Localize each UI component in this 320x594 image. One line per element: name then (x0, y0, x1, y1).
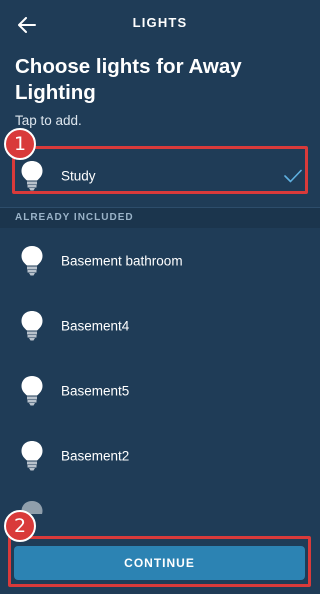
step-badge-2: 2 (4, 510, 36, 542)
light-label: Basement5 (61, 383, 130, 398)
page-title: Choose lights for Away Lighting (15, 55, 242, 104)
step-badge-1: 1 (4, 128, 36, 160)
lightbulb-icon (21, 440, 43, 470)
continue-button[interactable]: CONTINUE (14, 546, 305, 580)
lightbulb-icon (21, 310, 43, 340)
light-item-basement5[interactable]: Basement5 (0, 358, 320, 423)
lightbulb-icon (21, 245, 43, 275)
light-item-study[interactable]: Study (0, 145, 320, 208)
checkmark-icon (284, 169, 302, 183)
section-header-already-included: ALREADY INCLUDED (0, 208, 320, 228)
light-label: Basement bathroom (61, 253, 183, 268)
light-item-basement-bathroom[interactable]: Basement bathroom (0, 228, 320, 293)
lightbulb-icon (21, 161, 43, 191)
light-label: Study (61, 168, 96, 184)
header-bar: LIGHTS (0, 0, 320, 48)
lightbulb-icon (21, 375, 43, 405)
light-label: Basement2 (61, 448, 130, 463)
header-title: LIGHTS (132, 15, 188, 30)
light-label: Basement4 (61, 318, 130, 333)
bottom-action-bar: CONTINUE (0, 520, 320, 594)
light-item-basement2[interactable]: Basement2 (0, 423, 320, 488)
lights-screen: LIGHTS Choose lights for Away Lighting T… (0, 0, 320, 594)
light-item-basement4[interactable]: Basement4 (0, 293, 320, 358)
page-subtitle: Tap to add. (15, 113, 82, 128)
